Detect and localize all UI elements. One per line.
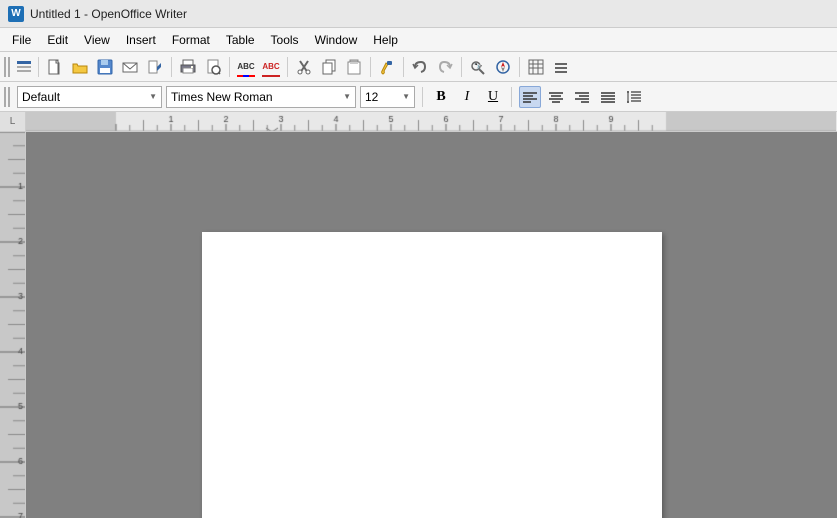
- toolbar1-handle: [4, 57, 10, 77]
- save-button[interactable]: [93, 55, 117, 79]
- toolbar2-handle: [4, 87, 10, 107]
- menu-help[interactable]: Help: [365, 31, 406, 49]
- menu-view[interactable]: View: [76, 31, 118, 49]
- document-area[interactable]: [26, 132, 837, 518]
- autocorrect-button[interactable]: ABC: [259, 55, 283, 79]
- bold-button[interactable]: B: [430, 86, 452, 108]
- style-mode-btn[interactable]: [14, 55, 34, 79]
- size-dropdown[interactable]: 12 ▼: [360, 86, 415, 108]
- undo-button[interactable]: [408, 55, 432, 79]
- paste-button[interactable]: [342, 55, 366, 79]
- style-dropdown[interactable]: Default ▼: [17, 86, 162, 108]
- email-button[interactable]: [118, 55, 142, 79]
- new-button[interactable]: [43, 55, 67, 79]
- main-area: [0, 132, 837, 518]
- toolbar1: ABC ABC 🔭: [0, 52, 837, 82]
- menu-bar: File Edit View Insert Format Table Tools…: [0, 28, 837, 52]
- size-dropdown-value: 12: [365, 90, 378, 104]
- menu-file[interactable]: File: [4, 31, 39, 49]
- align-justify-button[interactable]: [597, 86, 619, 108]
- menu-window[interactable]: Window: [307, 31, 366, 49]
- open-button[interactable]: [68, 55, 92, 79]
- italic-button[interactable]: I: [456, 86, 478, 108]
- more-controls-button[interactable]: [549, 55, 573, 79]
- font-dropdown-value: Times New Roman: [171, 90, 273, 104]
- edit-file-button[interactable]: [143, 55, 167, 79]
- app-icon: W: [8, 6, 24, 22]
- spellcheck-button[interactable]: ABC: [234, 55, 258, 79]
- vertical-ruler: [0, 132, 26, 518]
- ruler-container: L: [0, 112, 837, 132]
- svg-text:🔭: 🔭: [474, 62, 483, 71]
- horizontal-ruler: [26, 112, 837, 131]
- toolbar2: Default ▼ Times New Roman ▼ 12 ▼ B I U: [0, 82, 837, 112]
- align-right-button[interactable]: [571, 86, 593, 108]
- print-preview-button[interactable]: [201, 55, 225, 79]
- copy-button[interactable]: [317, 55, 341, 79]
- title-bar: W Untitled 1 - OpenOffice Writer: [0, 0, 837, 28]
- cut-button[interactable]: [292, 55, 316, 79]
- find-replace-button[interactable]: 🔭: [466, 55, 490, 79]
- style-dropdown-value: Default: [22, 90, 60, 104]
- insert-table-button[interactable]: [524, 55, 548, 79]
- menu-tools[interactable]: Tools: [263, 31, 307, 49]
- menu-edit[interactable]: Edit: [39, 31, 76, 49]
- underline-button[interactable]: U: [482, 86, 504, 108]
- window-title: Untitled 1 - OpenOffice Writer: [30, 7, 187, 21]
- align-left-button[interactable]: [519, 86, 541, 108]
- menu-table[interactable]: Table: [218, 31, 263, 49]
- format-paintbrush-button[interactable]: [375, 55, 399, 79]
- print-file-button[interactable]: [176, 55, 200, 79]
- navigator-button[interactable]: [491, 55, 515, 79]
- menu-format[interactable]: Format: [164, 31, 218, 49]
- size-dropdown-arrow: ▼: [402, 92, 410, 101]
- document-page[interactable]: [202, 232, 662, 518]
- style-dropdown-arrow: ▼: [149, 92, 157, 101]
- menu-insert[interactable]: Insert: [118, 31, 164, 49]
- font-dropdown-arrow: ▼: [343, 92, 351, 101]
- align-center-button[interactable]: [545, 86, 567, 108]
- line-spacing-button[interactable]: [623, 86, 645, 108]
- font-dropdown[interactable]: Times New Roman ▼: [166, 86, 356, 108]
- ruler-corner: L: [0, 112, 26, 131]
- redo-button[interactable]: [433, 55, 457, 79]
